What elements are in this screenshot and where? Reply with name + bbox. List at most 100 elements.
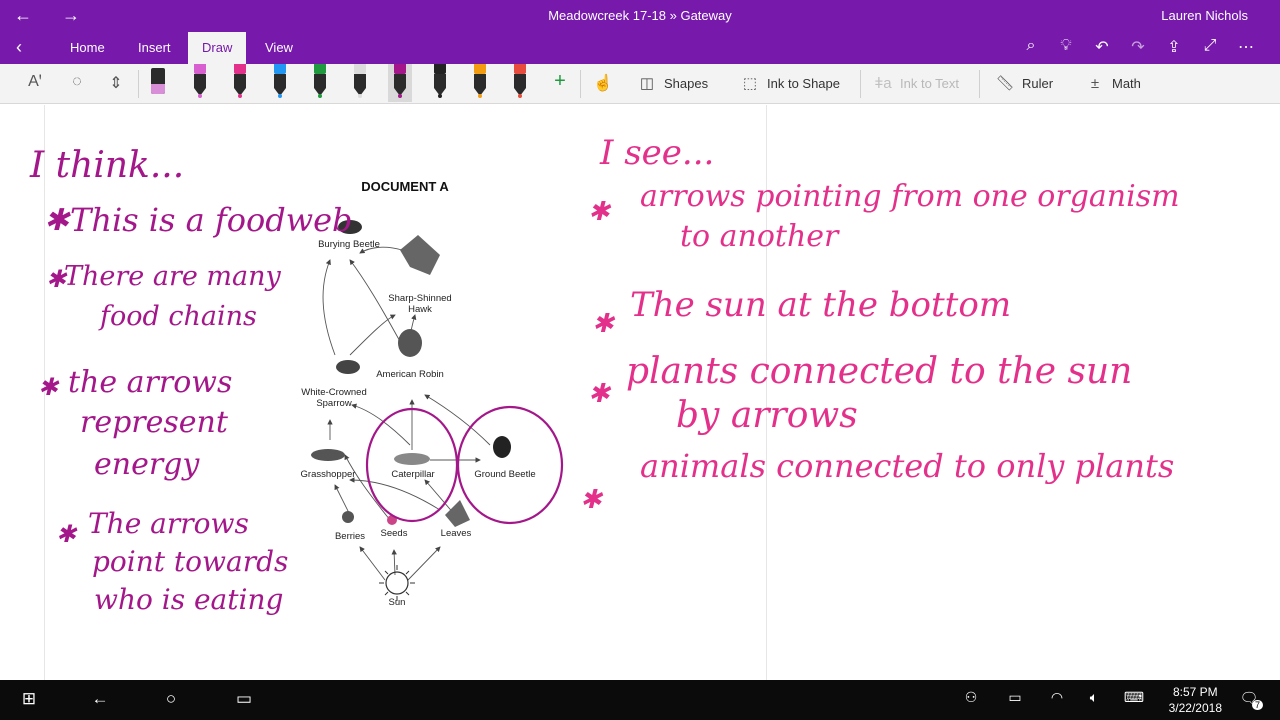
- tab-home[interactable]: Home: [56, 32, 119, 64]
- pen-body: [274, 74, 286, 88]
- pen-body: [394, 74, 406, 88]
- shapes-icon: ◫: [639, 75, 655, 92]
- notification-count: 7: [1252, 700, 1264, 710]
- ink-think-3b: represent: [80, 405, 228, 440]
- pen-swatch[interactable]: [188, 64, 212, 102]
- pen-swatch[interactable]: [308, 64, 332, 102]
- tab-view[interactable]: View: [251, 32, 307, 64]
- battery-icon[interactable]: ▭: [1002, 689, 1028, 711]
- ink-bullet: ✱: [44, 203, 70, 238]
- pen-body: [354, 74, 366, 88]
- share-icon[interactable]: ⇪: [1159, 37, 1189, 57]
- pen-swatch[interactable]: [428, 64, 452, 102]
- task-view-icon[interactable]: ▭: [231, 689, 257, 711]
- label-ground-beetle: Ground Beetle: [474, 469, 536, 480]
- lasso-select-icon[interactable]: ◌: [64, 73, 90, 95]
- shapes-button[interactable]: ◫ Shapes: [636, 74, 708, 94]
- ink-think-4b: point towards: [92, 545, 289, 578]
- label-berries: Berries: [334, 531, 366, 542]
- pen-cap: [234, 64, 246, 74]
- ink-think-4c: who is eating: [94, 583, 284, 616]
- add-space-icon[interactable]: ⇕: [103, 73, 129, 95]
- volume-icon[interactable]: 🔈︎: [1081, 689, 1107, 711]
- ink-bullet: ✱: [588, 379, 610, 409]
- ink-to-text-icon: ǂa: [874, 75, 892, 92]
- ink-see-1b: to another: [680, 219, 839, 254]
- caterpillar-icon: [394, 453, 430, 465]
- note-canvas[interactable]: DOCUMENT A Burying Beetle Sharp-Shinned …: [0, 105, 1280, 680]
- pen-cap: [434, 64, 446, 74]
- math-button[interactable]: ± Math: [1084, 74, 1141, 94]
- label-caterpillar: Caterpillar: [391, 469, 435, 480]
- ink-see-2: The sun at the bottom: [630, 285, 1012, 325]
- keyboard-icon[interactable]: ⌨: [1121, 689, 1147, 711]
- window-title: Meadowcreek 17-18 » Gateway: [548, 8, 732, 23]
- label-grasshopper: Grasshopper: [300, 469, 356, 480]
- sun-icon: [379, 565, 415, 601]
- back-icon[interactable]: ←: [87, 689, 113, 711]
- pen-swatch[interactable]: [508, 64, 532, 102]
- pen-swatch[interactable]: [468, 64, 492, 102]
- label-leaves: Leaves: [440, 528, 472, 539]
- clock-date: 3/22/2018: [1168, 701, 1222, 715]
- pen-swatch[interactable]: [228, 64, 252, 102]
- type-select-icon[interactable]: Aꞌ: [22, 73, 48, 95]
- ink-to-text-label: Ink to Text: [900, 76, 960, 91]
- label-seeds: Seeds: [380, 528, 408, 539]
- tab-draw[interactable]: Draw: [188, 32, 247, 64]
- ink-circle-ground-beetle: [456, 405, 564, 525]
- fullscreen-icon[interactable]: ⤢: [1195, 37, 1225, 55]
- ink-see-1a: arrows pointing from one organism: [640, 179, 1180, 214]
- chevron-left-icon[interactable]: ‹: [16, 37, 22, 58]
- undo-icon[interactable]: ↶: [1087, 37, 1117, 57]
- label-sun: Sun: [388, 597, 406, 608]
- ink-bullet: ✱: [38, 373, 59, 401]
- windows-start-icon[interactable]: ⊞: [16, 689, 42, 711]
- toolbar-divider: [138, 70, 139, 98]
- ink-bullet: ✱: [592, 309, 614, 339]
- add-pen-icon[interactable]: +: [547, 70, 573, 92]
- ink-think-1: This is a foodweb: [70, 201, 353, 239]
- pen-cap: [474, 64, 486, 74]
- wifi-icon[interactable]: ◠: [1044, 689, 1070, 711]
- hawk-icon: [400, 235, 440, 275]
- ink-see-4: animals connected to only plants: [640, 447, 1175, 485]
- clock[interactable]: 8:57 PM 3/22/2018: [1169, 684, 1222, 716]
- pen-color-dot: [318, 94, 322, 98]
- pen-swatch[interactable]: [388, 64, 412, 102]
- ink-think-3a: the arrows: [68, 365, 233, 400]
- robin-icon: [398, 329, 422, 357]
- arrow-sun-to-berries: [359, 546, 386, 581]
- pen-color-dot: [398, 94, 402, 98]
- ink-to-text-button[interactable]: ǂa Ink to Text: [872, 74, 959, 94]
- user-name[interactable]: Lauren Nichols: [1161, 8, 1248, 23]
- more-icon[interactable]: ⋯: [1231, 37, 1261, 57]
- pen-color-dot: [478, 94, 482, 98]
- lightbulb-icon[interactable]: 💡︎: [1051, 37, 1081, 55]
- math-icon: ±: [1090, 75, 1100, 92]
- people-icon[interactable]: ⚇: [958, 689, 984, 711]
- pen-swatch[interactable]: [348, 64, 372, 102]
- pen-body: [514, 74, 526, 88]
- search-icon[interactable]: ⌕: [1016, 37, 1046, 55]
- draw-toolbar: Aꞌ ◌ ⇕ + ☝ ◫ Shapes ⬚ Ink to Shape ǂa Ink t…: [0, 64, 1280, 104]
- arrow-sun-to-seeds: [391, 549, 397, 576]
- ink-think-2a: There are many: [64, 261, 281, 292]
- pen-color-dot: [518, 94, 522, 98]
- ink-see-heading: I see...: [600, 133, 715, 173]
- ruler-button[interactable]: 📏︎ Ruler: [994, 74, 1053, 94]
- ink-to-shape-button[interactable]: ⬚ Ink to Shape: [739, 74, 840, 94]
- math-label: Math: [1112, 76, 1141, 91]
- touch-draw-icon[interactable]: ☝: [590, 73, 616, 95]
- ink-think-2b: food chains: [100, 301, 257, 332]
- clock-time: 8:57 PM: [1172, 685, 1218, 699]
- arrow-sparrow-to-beetle: [322, 259, 336, 356]
- redo-icon[interactable]: ↷: [1123, 37, 1153, 57]
- pen-cap: [194, 64, 206, 74]
- pen-cap: [514, 64, 526, 74]
- eraser-tool[interactable]: [146, 64, 170, 102]
- ink-think-4a: The arrows: [88, 507, 249, 540]
- pen-swatch[interactable]: [268, 64, 292, 102]
- tab-insert[interactable]: Insert: [124, 32, 185, 64]
- cortana-icon[interactable]: ○: [158, 689, 184, 711]
